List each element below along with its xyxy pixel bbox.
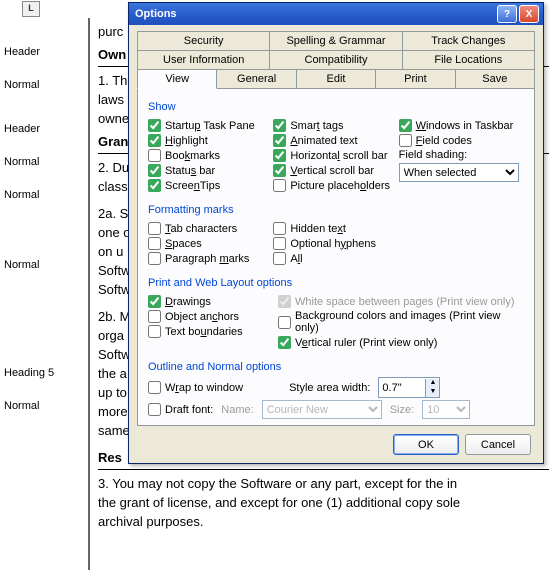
style-name: Header xyxy=(4,123,84,135)
draft-font-name-select: Courier New xyxy=(262,400,382,419)
dialog-button-bar: OK Cancel xyxy=(129,426,543,463)
dialog-title: Options xyxy=(133,8,495,20)
help-button[interactable]: ? xyxy=(497,5,517,23)
style-name: Normal xyxy=(4,400,84,412)
chk-vertrule[interactable]: Vertical ruler (Print view only) xyxy=(278,336,524,349)
draft-name-label: Name: xyxy=(221,404,253,416)
chk-statusbar[interactable]: Status bar xyxy=(148,164,273,177)
cancel-button[interactable]: Cancel xyxy=(465,434,531,455)
chk-bgcolors[interactable]: Background colors and images (Print view… xyxy=(278,310,524,334)
tab-alignment-selector[interactable]: L xyxy=(22,1,40,17)
chk-draft-font[interactable]: Draft font: xyxy=(148,403,213,416)
group-label-outline: Outline and Normal options xyxy=(148,361,524,373)
dialog-titlebar[interactable]: Options ? X xyxy=(129,3,543,25)
field-shading-select[interactable]: When selected xyxy=(399,163,519,182)
chk-hscroll[interactable]: Horizontal scroll bar xyxy=(273,149,398,162)
chk-screentips[interactable]: ScreenTips xyxy=(148,179,273,192)
spin-down-icon[interactable]: ▼ xyxy=(425,388,439,397)
style-name: Heading 5 xyxy=(4,367,84,379)
heading-text: Gran xyxy=(98,134,128,149)
chk-highlight[interactable]: Highlight xyxy=(148,134,273,147)
group-label-printweb: Print and Web Layout options xyxy=(148,277,524,289)
tab-compatibility[interactable]: Compatibility xyxy=(269,50,402,70)
chk-spaces[interactable]: Spaces xyxy=(148,237,273,250)
ok-button[interactable]: OK xyxy=(393,434,459,455)
chk-picph[interactable]: Picture placeholders xyxy=(273,179,398,192)
chk-textbound[interactable]: Text boundaries xyxy=(148,325,278,338)
tab-file-locations[interactable]: File Locations xyxy=(402,50,535,70)
chk-objanchors[interactable]: Object anchors xyxy=(148,310,278,323)
tab-panel-view: Show Startup Task Pane Highlight Bookmarks… xyxy=(137,88,535,426)
field-shading-label: Field shading: xyxy=(399,149,524,161)
tab-edit[interactable]: Edit xyxy=(296,69,376,89)
spin-up-icon[interactable]: ▲ xyxy=(425,379,439,388)
chk-bookmarks[interactable]: Bookmarks xyxy=(148,149,273,162)
chk-tabchars[interactable]: Tab characters xyxy=(148,222,273,235)
group-label-show: Show xyxy=(148,101,524,113)
style-name: Normal xyxy=(4,156,84,168)
chk-smarttags[interactable]: Smart tags xyxy=(273,119,398,132)
tab-view[interactable]: View xyxy=(137,69,217,89)
style-name: Normal xyxy=(4,189,84,201)
tab-user-info[interactable]: User Information xyxy=(137,50,270,70)
rule xyxy=(98,469,549,470)
chk-hidden[interactable]: Hidden text xyxy=(273,222,398,235)
chk-all[interactable]: All xyxy=(273,252,398,265)
tab-save[interactable]: Save xyxy=(455,69,535,89)
chk-drawings[interactable]: Drawings xyxy=(148,295,278,308)
style-area-pane: Header Normal Header Normal Normal Norma… xyxy=(0,18,90,570)
style-name: Header xyxy=(4,46,84,58)
group-label-formatting: Formatting marks xyxy=(148,204,524,216)
chk-opthyph[interactable]: Optional hyphens xyxy=(273,237,398,250)
chk-animated[interactable]: Animated text xyxy=(273,134,398,147)
draft-font-size-select: 10 xyxy=(422,400,470,419)
heading-text: Own xyxy=(98,47,126,62)
tab-general[interactable]: General xyxy=(216,69,296,89)
text-line: the grant of license, and except for one… xyxy=(98,495,549,510)
chk-wrap-to-window[interactable]: Wrap to window xyxy=(148,381,243,394)
style-area-width-spinner[interactable]: ▲▼ xyxy=(378,377,440,398)
tab-print[interactable]: Print xyxy=(375,69,455,89)
tab-spelling[interactable]: Spelling & Grammar xyxy=(269,31,402,51)
text-line: 3. You may not copy the Software or any … xyxy=(98,476,549,491)
chk-wintaskbar[interactable]: Windows in Taskbar xyxy=(399,119,524,132)
style-area-width-label: Style area width: xyxy=(289,382,370,394)
chk-whitespace: White space between pages (Print view on… xyxy=(278,295,524,308)
tab-strip: Security Spelling & Grammar Track Change… xyxy=(129,25,543,89)
style-name: Normal xyxy=(4,259,84,271)
chk-paramarks[interactable]: Paragraph marks xyxy=(148,252,273,265)
chk-vscroll[interactable]: Vertical scroll bar xyxy=(273,164,398,177)
chk-fieldcodes[interactable]: Field codes xyxy=(399,134,524,147)
close-button[interactable]: X xyxy=(519,5,539,23)
style-name: Normal xyxy=(4,79,84,91)
options-dialog: Options ? X Security Spelling & Grammar … xyxy=(128,2,544,464)
text-line: archival purposes. xyxy=(98,514,549,529)
chk-startup[interactable]: Startup Task Pane xyxy=(148,119,273,132)
draft-size-label: Size: xyxy=(390,404,414,416)
tab-track-changes[interactable]: Track Changes xyxy=(402,31,535,51)
tab-security[interactable]: Security xyxy=(137,31,270,51)
